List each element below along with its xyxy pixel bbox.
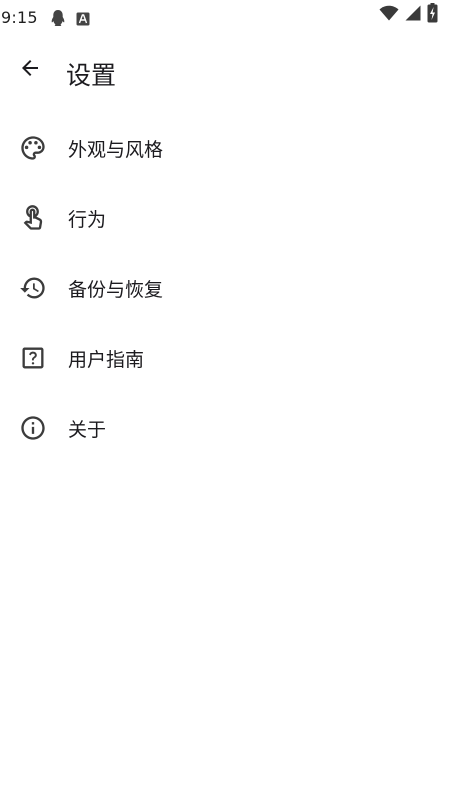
wifi-icon [379,5,399,25]
settings-item-appearance[interactable]: 外观与风格 [0,113,450,183]
status-time: 9:15 [1,8,38,27]
settings-item-backup[interactable]: 备份与恢复 [0,253,450,323]
history-restore-icon [19,274,47,302]
touch-hand-icon [19,204,47,232]
settings-item-about[interactable]: 关于 [0,393,450,463]
page-title: 设置 [66,61,117,90]
settings-item-behavior[interactable]: 行为 [0,183,450,253]
settings-item-label: 关于 [68,419,107,441]
settings-item-label: 外观与风格 [68,139,164,161]
settings-item-user-guide[interactable]: 用户指南 [0,323,450,393]
status-left-icons [50,9,90,31]
help-question-icon [19,344,47,372]
app-bar: 设置 [0,44,450,100]
info-icon [19,414,47,442]
battery-charging-icon [427,3,438,27]
settings-list: 外观与风格 行为 备份与恢复 用户指南 关于 [0,113,450,463]
settings-item-label: 行为 [68,209,107,231]
qq-penguin-icon [50,9,66,31]
cellular-signal-icon [405,5,421,25]
arrow-back-icon [18,56,42,84]
status-bar: 9:15 [0,0,450,36]
status-right-icons [379,3,438,27]
settings-item-label: 用户指南 [68,349,145,371]
font-a-icon [76,11,90,30]
settings-item-label: 备份与恢复 [68,279,164,301]
back-button[interactable] [8,48,52,92]
palette-icon [19,134,47,162]
